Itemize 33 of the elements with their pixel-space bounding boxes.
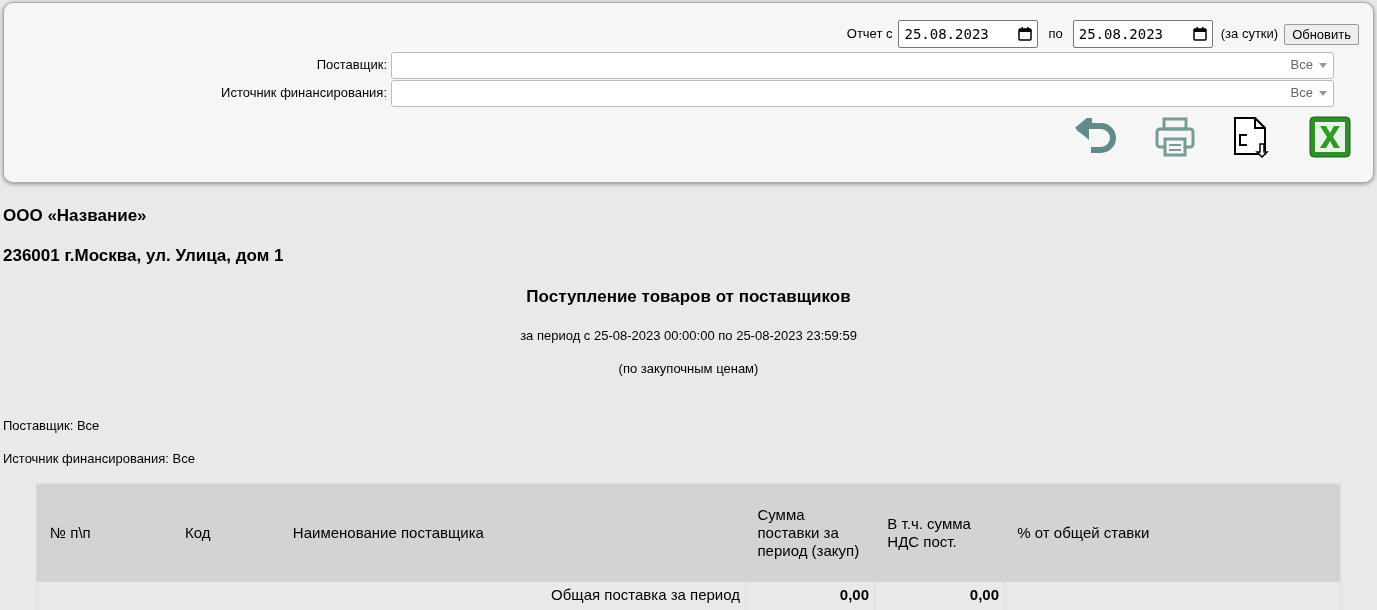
period-note: (за сутки) (1220, 25, 1279, 44)
report-price-note: (по закупочным ценам) (617, 360, 760, 378)
company-name: ООО «Название» (3, 205, 148, 223)
total-label: Общая поставка за период (550, 585, 741, 606)
date-field[interactable]: 25.08.2023 (898, 20, 1039, 48)
date-field[interactable]: 25.08.2023 (1072, 20, 1213, 48)
calendar-icon[interactable] (1018, 27, 1033, 41)
column-header: № п\п (49, 522, 92, 543)
column-header: Код (183, 522, 212, 543)
select-label: Поставщик: (315, 56, 388, 75)
company-address: 236001 г.Москва, ул. Улица, дом 1 (3, 245, 285, 263)
total-vat-cell: 0,00 (875, 581, 1005, 610)
date-to-label: по (1048, 25, 1063, 44)
spreadsheet-icon[interactable] (1309, 116, 1351, 158)
report-parameter: Поставщик: Все (3, 416, 101, 435)
return-arrow-icon[interactable] (1075, 118, 1117, 156)
printer-icon[interactable] (1155, 117, 1195, 157)
dropdown-caret-icon (1319, 90, 1327, 96)
select-label: Источник финансирования: (220, 84, 388, 103)
date-from-label: Отчет с (846, 25, 893, 44)
total-sum-cell: 0,00 (745, 581, 875, 610)
column-header: В т.ч. сумма НДС пост. (886, 513, 972, 552)
select-field[interactable]: Все (391, 51, 1334, 79)
column-header: Сумма поставки за период (закуп) (756, 504, 861, 561)
report-title: Поступление товаров от поставщиков (525, 286, 852, 308)
dropdown-caret-icon (1319, 62, 1327, 68)
report-period: за период с 25-08-2023 00:00:00 по 25-08-2023 23:59:59 (519, 326, 858, 345)
column-header: Наименование поставщика (291, 522, 485, 543)
select-field[interactable]: Все (391, 79, 1334, 107)
report-parameter: Источник финансирования: Все (3, 450, 196, 468)
column-header: % от общей ставки (1016, 522, 1151, 543)
refresh-button[interactable]: Обновить (1284, 23, 1359, 45)
calendar-icon[interactable] (1192, 27, 1207, 41)
